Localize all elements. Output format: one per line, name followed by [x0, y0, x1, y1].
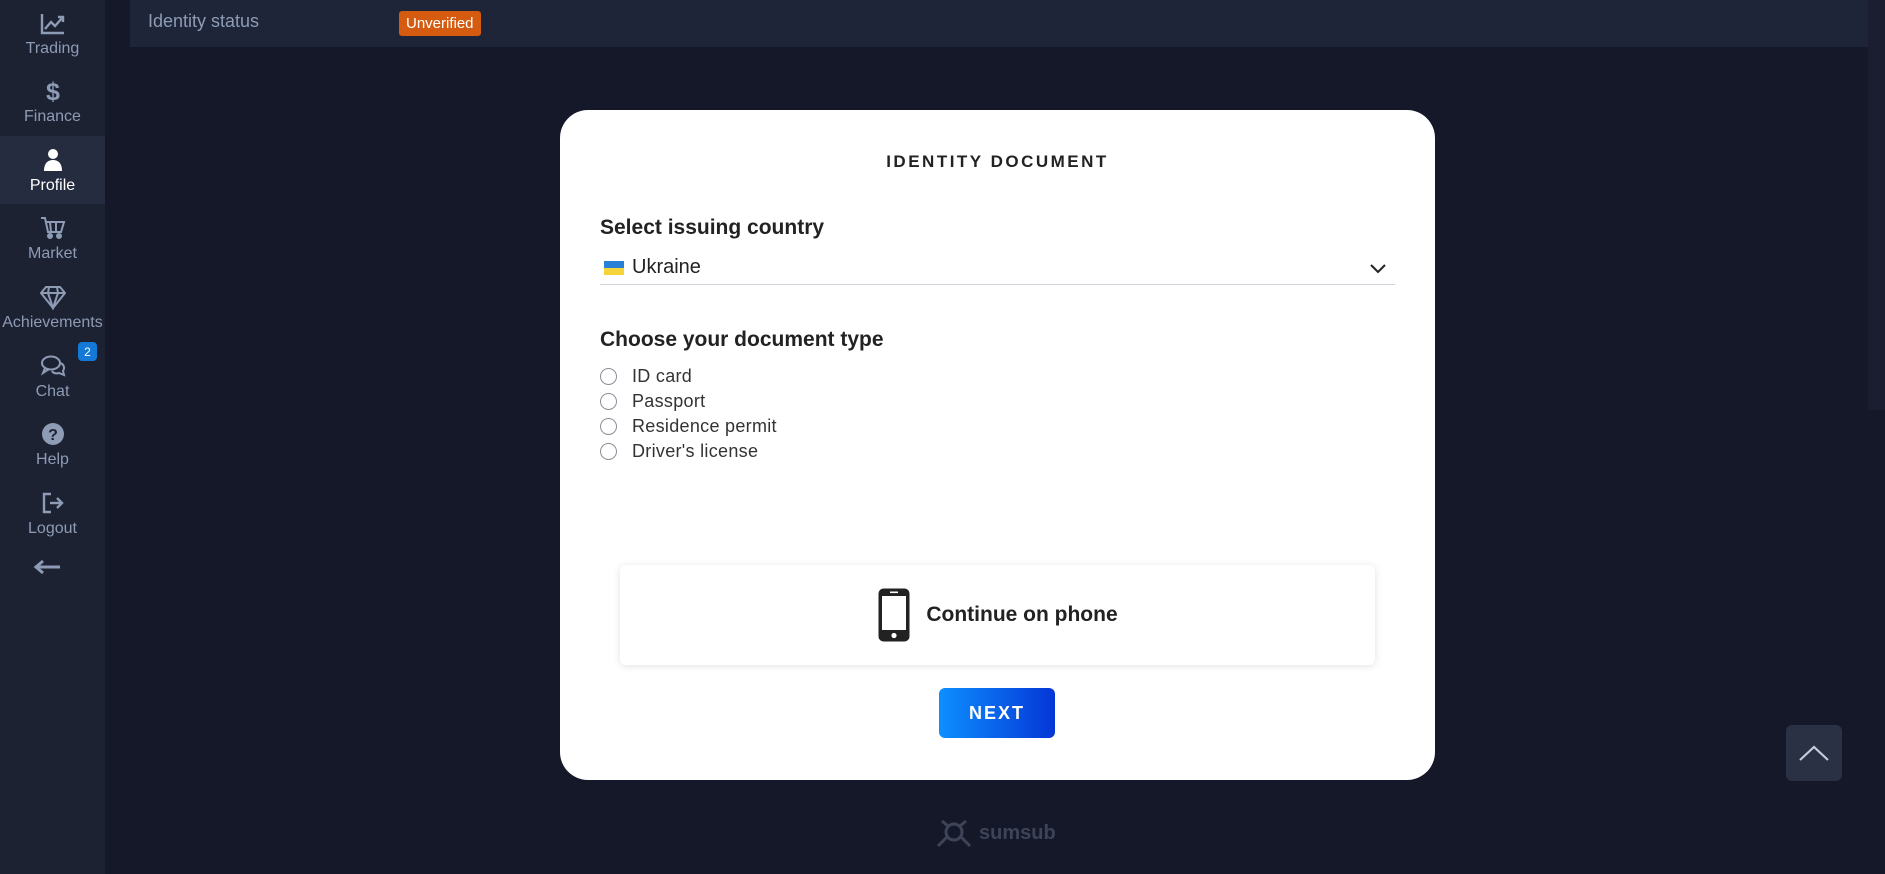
- sidebar-item-logout[interactable]: Logout: [0, 480, 105, 546]
- country-value: Ukraine: [632, 256, 701, 278]
- doc-type-residence-permit[interactable]: Residence permit: [600, 414, 777, 438]
- radio-button[interactable]: [600, 442, 617, 460]
- doc-type-label: Passport: [632, 390, 706, 411]
- sidebar-item-label: Chat: [35, 382, 70, 400]
- collapse-arrow-icon[interactable]: [32, 556, 62, 578]
- logout-icon: [39, 489, 67, 517]
- doc-type-passport[interactable]: Passport: [600, 389, 705, 413]
- sidebar-item-label: Logout: [28, 519, 77, 537]
- question-circle-icon: ?: [39, 420, 67, 448]
- diamond-icon: [39, 283, 67, 311]
- sidebar-item-market[interactable]: Market: [0, 205, 105, 271]
- svg-text:?: ?: [48, 427, 58, 444]
- sumsub-logo-icon: [936, 819, 972, 848]
- doc-type-label: Driver's license: [632, 440, 759, 461]
- right-edge-panel: [1868, 0, 1885, 410]
- sidebar-item-label: Help: [36, 450, 69, 468]
- radio-button[interactable]: [600, 392, 617, 410]
- identity-document-modal: IDENTITY DOCUMENT Select issuing country…: [560, 110, 1435, 780]
- sidebar-item-profile[interactable]: Profile: [0, 136, 105, 204]
- continue-on-phone-label: Continue on phone: [926, 603, 1118, 626]
- doc-type-drivers-license[interactable]: Driver's license: [600, 439, 758, 463]
- dollar-icon: $: [39, 77, 67, 105]
- sidebar-item-trading[interactable]: Trading: [0, 0, 105, 66]
- identity-status-label: Identity status: [148, 11, 260, 31]
- identity-status-bar: Identity status Unverified: [130, 0, 1868, 47]
- svg-text:$: $: [46, 78, 60, 104]
- continue-on-phone-button[interactable]: Continue on phone: [620, 565, 1375, 665]
- sidebar-item-label: Trading: [25, 39, 80, 57]
- radio-button[interactable]: [600, 417, 617, 435]
- sidebar: Trading $ Finance Profile Market Achieve…: [0, 0, 105, 874]
- doc-type-label: ID card: [632, 365, 693, 386]
- user-icon: [39, 146, 67, 174]
- modal-title: IDENTITY DOCUMENT: [886, 152, 1109, 171]
- sidebar-item-help[interactable]: ? Help: [0, 411, 105, 477]
- chat-bubbles-icon: [39, 352, 67, 380]
- chevron-down-icon: [1370, 264, 1386, 274]
- next-button[interactable]: NEXT: [939, 688, 1055, 738]
- status-badge: Unverified: [399, 11, 481, 36]
- sidebar-item-label: Finance: [24, 107, 81, 125]
- sidebar-item-finance[interactable]: $ Finance: [0, 68, 105, 134]
- sidebar-item-label: Achievements: [2, 313, 103, 331]
- country-heading: Select issuing country: [600, 216, 825, 239]
- document-type-heading: Choose your document type: [600, 328, 884, 351]
- sumsub-logo: sumsub: [935, 818, 1056, 848]
- sidebar-item-label: Market: [28, 244, 77, 262]
- cart-icon: [39, 214, 67, 242]
- chart-line-icon: [39, 9, 67, 37]
- sidebar-item-achievements[interactable]: Achievements: [0, 274, 105, 340]
- ukraine-flag-icon: [604, 261, 624, 275]
- doc-type-id-card[interactable]: ID card: [600, 364, 692, 388]
- sidebar-item-label: Profile: [29, 176, 76, 194]
- radio-button[interactable]: [600, 367, 617, 385]
- smartphone-icon: [878, 588, 910, 642]
- sumsub-brand-text: sumsub: [979, 821, 1056, 844]
- country-select[interactable]: Ukraine: [600, 251, 1395, 285]
- chat-unread-badge: 2: [78, 342, 97, 361]
- doc-type-label: Residence permit: [632, 415, 777, 436]
- scroll-to-top-button[interactable]: [1786, 725, 1842, 781]
- chevron-up-icon: [1799, 745, 1829, 761]
